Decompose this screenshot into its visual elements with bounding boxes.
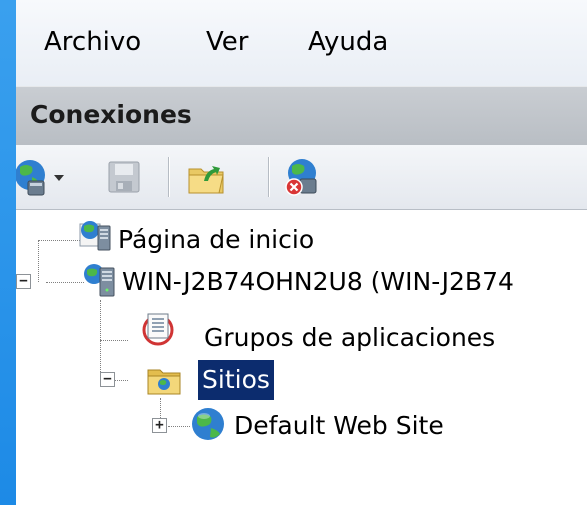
server-icon [84, 264, 115, 297]
tree-item-sites[interactable]: Sitios [198, 360, 274, 400]
collapse-toggle[interactable]: − [16, 274, 31, 289]
tree-line [100, 340, 128, 341]
connections-toolbar [16, 145, 587, 210]
open-folder-button[interactable] [186, 157, 226, 197]
save-button[interactable] [104, 157, 144, 197]
collapse-toggle[interactable]: − [100, 372, 115, 387]
expand-toggle[interactable]: + [152, 418, 167, 433]
menu-ayuda[interactable]: Ayuda [302, 22, 394, 62]
connections-panel-header: Conexiones [16, 86, 587, 146]
disconnect-button[interactable] [282, 157, 322, 197]
tree-item-default-web-site[interactable]: Default Web Site [234, 406, 444, 446]
open-folder-icon [188, 166, 224, 194]
tree-item-server[interactable]: WIN-J2B74OHN2U8 (WIN-J2B74 [122, 262, 514, 302]
sites-folder-icon [147, 369, 181, 395]
menu-archivo[interactable]: Archivo [38, 22, 147, 62]
menu-ver[interactable]: Ver [200, 22, 254, 62]
disconnect-icon [285, 159, 317, 196]
toolbar-separator [268, 157, 270, 197]
menu-bar: Archivo Ver Ayuda [16, 0, 587, 87]
tree-item-start-page[interactable]: Página de inicio [118, 220, 314, 260]
start-page-icon [79, 221, 111, 251]
connections-tree: Página de inicio − WIN-J2B74OHN2U8 (WIN-… [16, 210, 587, 505]
app-pools-icon [142, 313, 174, 346]
toolbar-separator [168, 157, 170, 197]
website-globe-icon [192, 408, 224, 440]
tree-line [38, 240, 39, 282]
tree-item-app-pools[interactable]: Grupos de aplicaciones [204, 318, 495, 358]
connect-button[interactable] [16, 157, 70, 197]
globe-connect-icon [16, 160, 64, 196]
tree-line [168, 426, 190, 427]
tree-line [46, 282, 84, 283]
panel-title: Conexiones [30, 100, 192, 129]
iis-manager-window: Archivo Ver Ayuda Conexiones Página de i… [16, 0, 587, 505]
save-icon [108, 161, 140, 193]
